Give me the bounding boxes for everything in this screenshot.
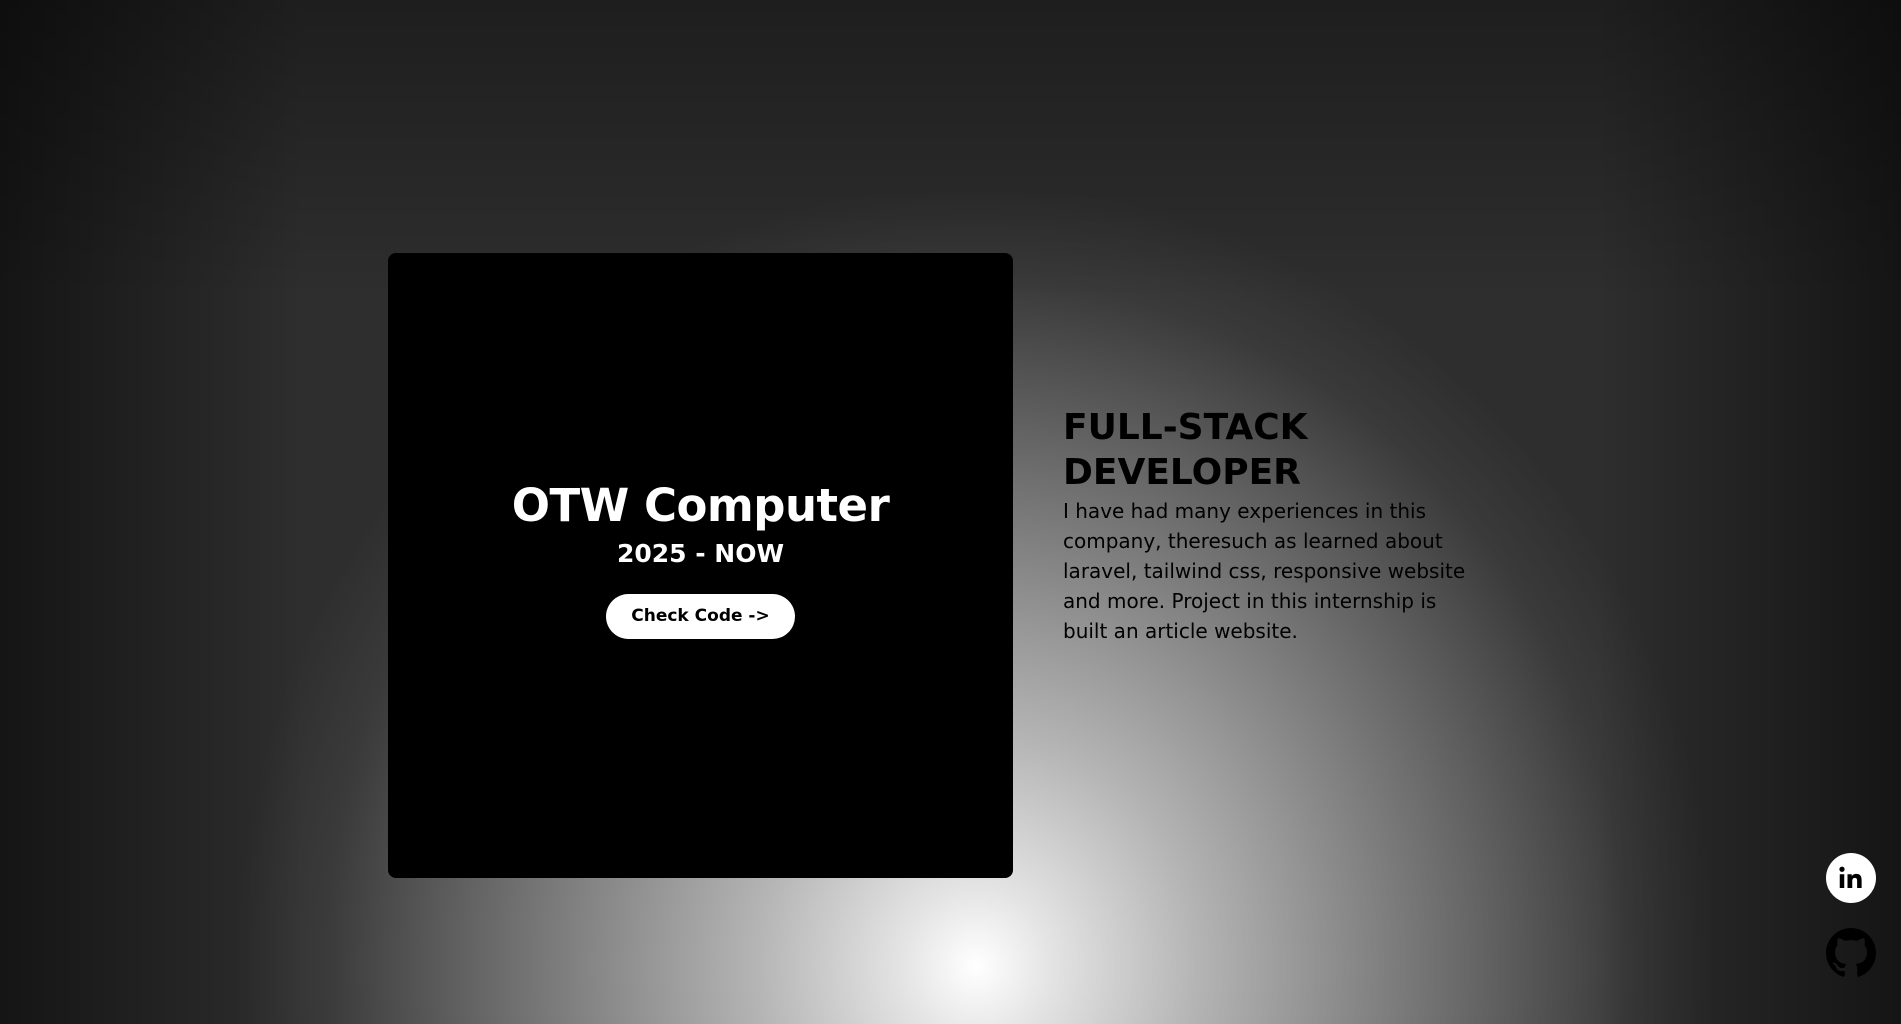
github-link[interactable] xyxy=(1826,928,1876,978)
check-code-button[interactable]: Check Code -> xyxy=(606,593,795,639)
company-name: OTW Computer xyxy=(511,478,890,532)
role-info: FULL-STACK DEVELOPER I have had many exp… xyxy=(1063,405,1483,646)
linkedin-icon xyxy=(1836,863,1866,893)
role-description: I have had many experiences in this comp… xyxy=(1063,499,1466,643)
github-icon xyxy=(1826,928,1876,978)
linkedin-link[interactable] xyxy=(1826,853,1876,903)
role-heading: FULL-STACK DEVELOPER xyxy=(1063,407,1308,493)
experience-card: OTW Computer 2025 - NOW Check Code -> xyxy=(388,253,1013,878)
experience-period: 2025 - NOW xyxy=(616,539,785,568)
